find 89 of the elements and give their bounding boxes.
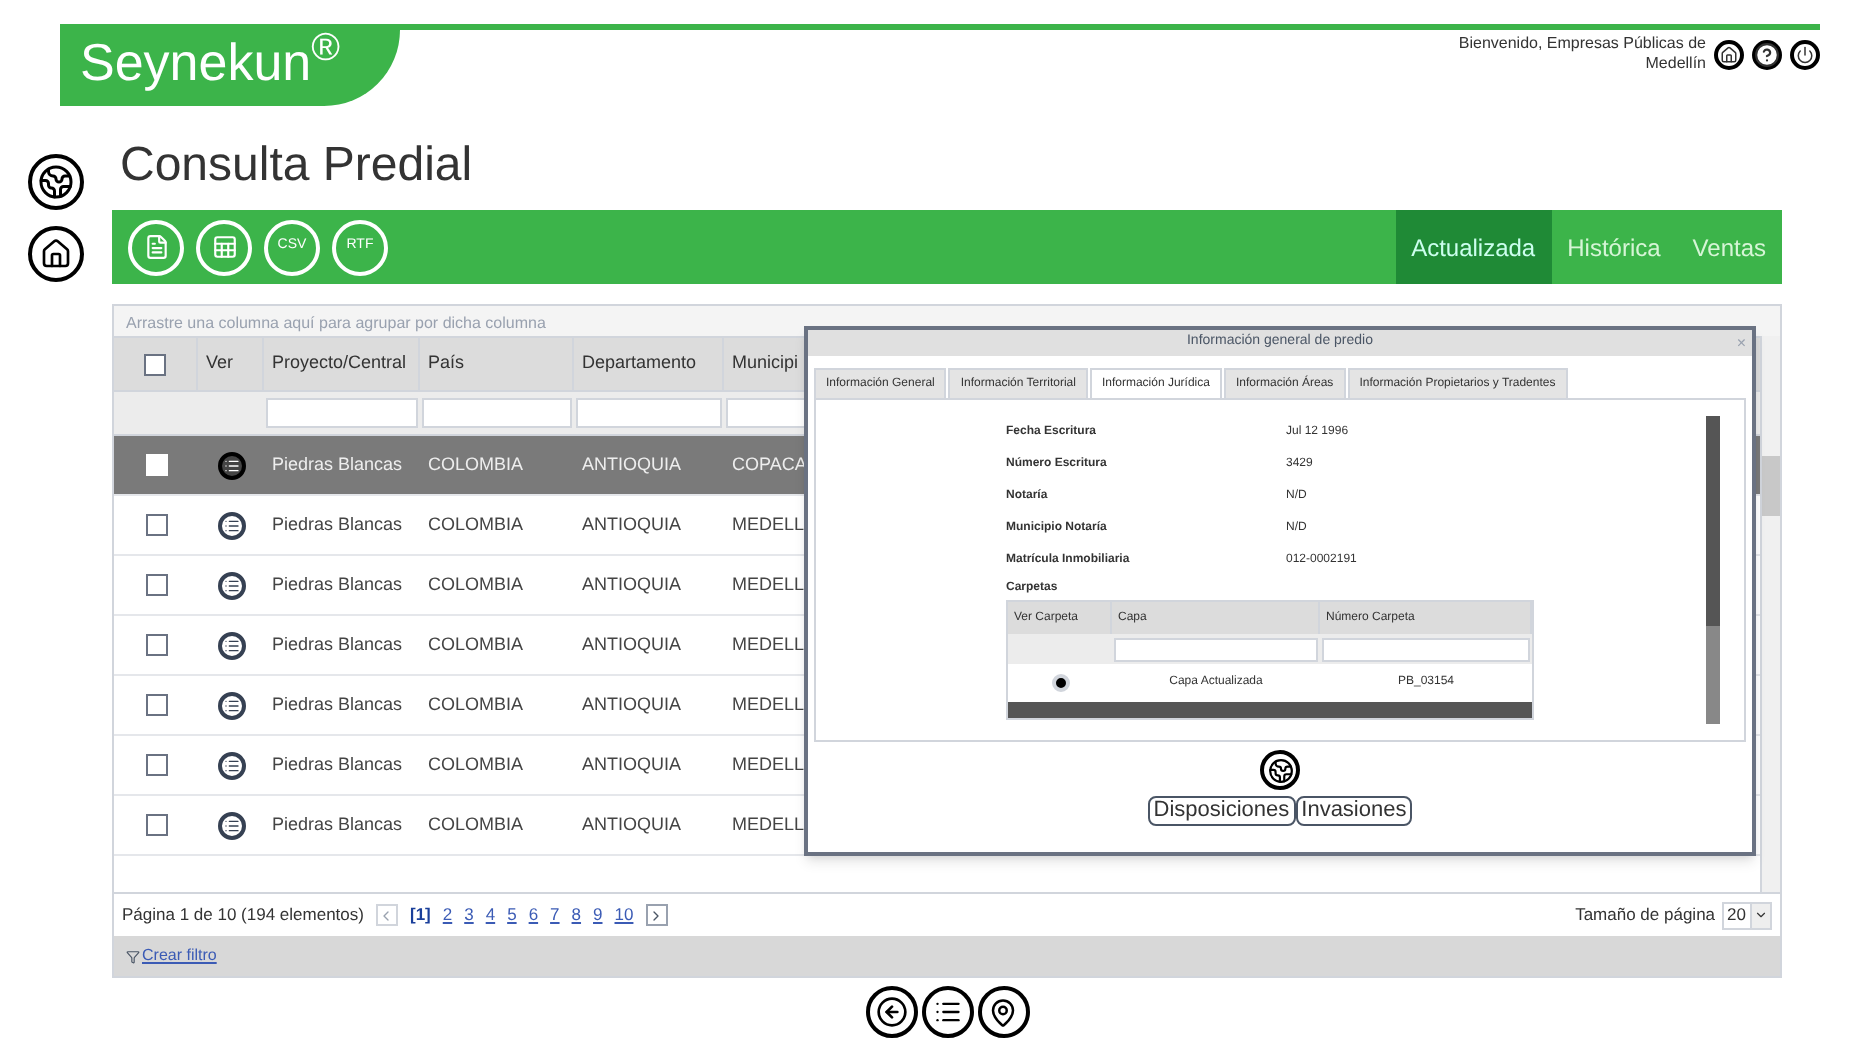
spreadsheet-export-icon[interactable] — [196, 219, 252, 275]
view-icon[interactable] — [217, 751, 245, 779]
page-link[interactable]: 4 — [485, 902, 496, 928]
logo-banner: Seynekun$^{®}$ — [60, 30, 400, 106]
page-title: Consulta Predial — [118, 138, 475, 196]
welcome-text: Bienvenido, Empresas Públicas de Medellín — [1456, 34, 1706, 74]
list-icon[interactable] — [921, 986, 973, 1038]
table-cell-text: COLOMBIA — [426, 631, 526, 658]
table-cell-text: COLOMBIA — [426, 811, 526, 838]
table-cell-text: COLOMBIA — [426, 571, 526, 598]
filter-field[interactable] — [576, 398, 722, 428]
page-link[interactable]: 9 — [593, 902, 603, 928]
table-cell-text: ANTIOQUIA — [580, 691, 684, 718]
view-icon[interactable] — [217, 511, 245, 539]
row-checkbox[interactable] — [144, 353, 166, 375]
view-icon[interactable] — [217, 451, 245, 479]
view-tab[interactable]: Actualizada — [1395, 210, 1552, 284]
table-cell-text: MEDELL — [730, 751, 807, 778]
table-cell-text: ANTIOQUIA — [580, 511, 684, 538]
row-checkbox[interactable] — [145, 634, 167, 656]
row-checkbox[interactable] — [145, 514, 167, 536]
table-cell-text: ANTIOQUIA — [580, 811, 684, 838]
table-cell-text: ANTIOQUIA — [580, 451, 684, 478]
page-link[interactable]: [1] — [409, 902, 431, 928]
page-link[interactable]: 7 — [550, 902, 560, 928]
dialog-button[interactable]: Disposiciones — [1147, 796, 1296, 826]
row-checkbox[interactable] — [145, 754, 167, 776]
column-header[interactable]: Ver — [198, 338, 264, 390]
scrollbar[interactable] — [1706, 416, 1720, 724]
home-icon[interactable] — [1714, 39, 1744, 69]
filter-field[interactable] — [1114, 637, 1318, 661]
table-cell-text: Piedras Blancas — [270, 751, 405, 778]
pdf-export-icon[interactable] — [128, 219, 184, 275]
next-page-icon[interactable] — [645, 904, 668, 926]
table-cell-text: Piedras Blancas — [270, 811, 405, 838]
table-cell-text: Piedras Blancas — [270, 511, 405, 538]
table-cell-text: COLOMBIA — [426, 451, 526, 478]
page-link[interactable]: 6 — [528, 902, 539, 928]
table-cell-text: ANTIOQUIA — [580, 571, 684, 598]
table-cell-text: MEDELL — [730, 691, 807, 718]
power-icon[interactable] — [1790, 39, 1820, 69]
table-cell-text: Piedras Blancas — [270, 571, 405, 598]
filter-field[interactable] — [1322, 637, 1530, 661]
table-cell-text: ANTIOQUIA — [580, 631, 684, 658]
table-cell-text: COPACA — [730, 451, 809, 478]
filter-field[interactable] — [266, 398, 418, 428]
table-cell-text: COLOMBIA — [426, 691, 526, 718]
map-pin-icon[interactable] — [977, 986, 1029, 1038]
row-checkbox[interactable] — [145, 814, 167, 836]
create-filter-link[interactable]: Crear filtro — [142, 944, 217, 968]
table-cell-text: Piedras Blancas — [270, 631, 405, 658]
page-link[interactable]: 3 — [464, 902, 474, 928]
globe-icon[interactable] — [28, 154, 84, 210]
table-cell-text: Piedras Blancas — [270, 691, 405, 718]
pager-summary: Página 1 de 10 (194 elementos) — [122, 902, 364, 928]
view-icon[interactable] — [217, 811, 245, 839]
dialog-button[interactable]: Invasiones — [1295, 796, 1413, 826]
table-cell-text: COLOMBIA — [426, 511, 526, 538]
row-checkbox[interactable] — [145, 574, 167, 596]
table-cell-text: Piedras Blancas — [270, 451, 405, 478]
scrollbar[interactable] — [1760, 336, 1780, 892]
home-icon[interactable] — [28, 226, 84, 282]
column-header[interactable]: País — [420, 338, 574, 390]
help-icon[interactable] — [1752, 39, 1782, 69]
page-link[interactable]: 5 — [507, 902, 517, 928]
table-cell-text: MEDELL — [730, 511, 807, 538]
page-size-field[interactable]: 20 — [1721, 901, 1772, 929]
horizontal-scrollbar[interactable] — [1008, 702, 1532, 718]
table-cell-text: ANTIOQUIA — [580, 751, 684, 778]
dropdown-icon[interactable] — [1750, 903, 1770, 927]
table-cell-text: MEDELL — [730, 631, 807, 658]
table-cell-text: MEDELL — [730, 571, 807, 598]
view-icon[interactable] — [217, 631, 245, 659]
table-cell-text: MEDELL — [730, 811, 807, 838]
page-link[interactable]: 8 — [571, 902, 582, 928]
globe-icon[interactable] — [1260, 750, 1300, 790]
back-icon[interactable] — [865, 986, 917, 1038]
page-link[interactable]: 2 — [442, 902, 453, 928]
table-cell-text: COLOMBIA — [426, 751, 526, 778]
row-checkbox[interactable] — [145, 694, 167, 716]
column-header[interactable]: Proyecto/Central — [264, 338, 420, 390]
page-link[interactable]: 10 — [614, 902, 634, 928]
view-icon[interactable] — [217, 571, 245, 599]
view-icon[interactable] — [217, 691, 245, 719]
view-folder-icon[interactable] — [1051, 674, 1069, 692]
filter-field[interactable] — [422, 398, 572, 428]
page-size-label: Tamaño de página — [1575, 902, 1716, 928]
column-header[interactable]: Departamento — [574, 338, 724, 390]
filter-icon — [126, 949, 140, 963]
